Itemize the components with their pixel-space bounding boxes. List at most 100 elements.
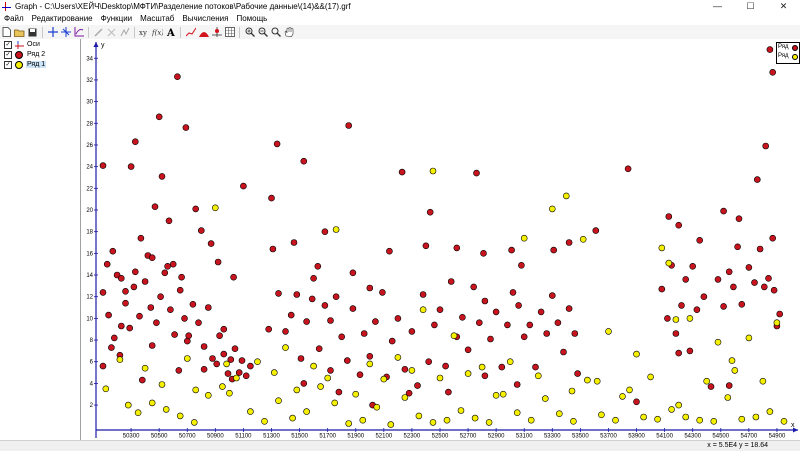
series-1-point	[492, 391, 500, 399]
series-2-point	[300, 380, 308, 387]
trendline-icon[interactable]	[185, 27, 196, 38]
series-group	[102, 167, 788, 428]
x-tick-label: 50500	[151, 434, 168, 440]
series-2-point	[526, 321, 534, 329]
edit-icon[interactable]	[93, 27, 104, 38]
series-1-point	[598, 411, 605, 419]
x-tick-label: 53100	[516, 434, 533, 440]
series-2-point	[678, 302, 685, 309]
x-axis-label: x	[791, 422, 795, 429]
series-1-point	[176, 412, 184, 420]
series-2-point	[762, 142, 770, 150]
point-series-icon[interactable]	[211, 27, 222, 38]
series-1-point	[408, 367, 416, 374]
series-2-point	[103, 260, 111, 268]
series-2-point	[696, 237, 704, 244]
axes-checkbox[interactable]: ✓	[4, 40, 12, 49]
series-2-point	[247, 362, 254, 370]
series-2-point	[138, 376, 146, 384]
pan-hand-icon[interactable]	[283, 27, 294, 38]
series-2-point	[303, 318, 310, 325]
series-2-checkbox[interactable]: ✓	[4, 50, 12, 59]
table-icon[interactable]	[224, 27, 235, 38]
svg-text:A: A	[166, 28, 175, 37]
series-2-point	[537, 308, 545, 316]
series-1-point	[148, 399, 156, 407]
legend-entry-series-1: Ряд	[777, 52, 799, 61]
series-1-point	[352, 390, 360, 398]
series-2-point	[543, 330, 551, 337]
chart-legend[interactable]: Ряд Ряд	[776, 42, 800, 64]
delete-icon[interactable]	[106, 27, 117, 38]
function-item-axes[interactable]: ✓ Оси	[4, 40, 80, 49]
insert-tangent-icon[interactable]	[60, 27, 71, 38]
series-2-point	[181, 315, 188, 322]
series-2-point	[205, 304, 212, 311]
menu-help[interactable]: Помощь	[232, 14, 271, 23]
open-folder-icon[interactable]	[14, 27, 25, 38]
series-1-point	[162, 406, 170, 413]
series-2-point	[200, 343, 208, 350]
close-button[interactable]: ✕	[767, 0, 800, 12]
legend-entry-series-2: Ряд	[777, 43, 799, 52]
function-item-series-2[interactable]: ✓ Ряд 2	[4, 50, 80, 59]
series-2-point	[209, 355, 216, 362]
x-tick-label: 52100	[375, 434, 392, 440]
menu-file[interactable]: Файл	[0, 14, 28, 23]
insert-function-icon[interactable]	[47, 27, 58, 38]
series-2-dot-icon	[15, 50, 23, 59]
series-1-checkbox[interactable]: ✓	[4, 60, 12, 69]
series-1-point	[310, 362, 317, 370]
axes-symbol-icon	[14, 40, 24, 49]
derivative-icon[interactable]	[119, 27, 130, 38]
series-2-point	[665, 213, 673, 220]
label-fx-icon[interactable]: f(x)	[152, 27, 163, 38]
new-file-icon[interactable]	[1, 27, 12, 38]
series-2-point	[297, 355, 305, 362]
zoom-out-icon[interactable]	[257, 27, 268, 38]
menu-zoom[interactable]: Масштаб	[136, 14, 178, 23]
series-2-point	[290, 239, 298, 246]
label-xy-icon[interactable]: xy	[139, 27, 150, 38]
series-2-point	[240, 182, 247, 190]
series-1-point	[387, 421, 395, 428]
scatter-plot[interactable]: x y 50300 50500 50700 50900 51100 51300 51500 517…	[81, 39, 800, 440]
save-icon[interactable]	[27, 27, 38, 38]
series-1-point	[401, 394, 409, 401]
series-1-point	[568, 387, 576, 395]
minimize-button[interactable]: —	[701, 0, 734, 12]
y-tick-label: 26	[86, 143, 93, 149]
series-2-point	[213, 360, 220, 368]
menu-edit[interactable]: Редактирование	[28, 14, 97, 23]
series-2-point	[189, 300, 197, 308]
zoom-in-icon[interactable]	[244, 27, 255, 38]
series-1-point	[633, 350, 640, 358]
maximize-button[interactable]: ☐	[734, 0, 767, 12]
function-item-series-1[interactable]: ✓ Ряд 1	[4, 60, 80, 69]
series-2-point	[725, 268, 733, 276]
series-2-point	[766, 46, 774, 53]
y-axis-label: y	[101, 42, 105, 49]
text-icon[interactable]: A	[165, 27, 176, 38]
series-1-point	[247, 408, 254, 415]
y-tick-label: 28	[86, 121, 93, 127]
series-2-point	[300, 157, 308, 165]
series-2-point	[127, 163, 135, 170]
series-2-point	[332, 293, 340, 301]
series-2-point	[345, 122, 353, 129]
series-1-point	[394, 354, 402, 361]
series-1-point	[450, 332, 458, 340]
series-1-point	[191, 419, 198, 426]
shade-icon[interactable]	[198, 27, 209, 38]
series-2-point	[401, 365, 409, 373]
menu-functions[interactable]: Функции	[97, 14, 137, 23]
insert-relation-icon[interactable]	[73, 27, 84, 38]
series-2-point	[372, 318, 379, 325]
series-2-point	[268, 194, 275, 202]
series-1-point	[728, 357, 736, 364]
menu-calculate[interactable]: Вычисления	[178, 14, 232, 23]
zoom-window-icon[interactable]	[270, 27, 281, 38]
y-tick-label: 32	[86, 78, 93, 84]
series-1-point	[703, 377, 711, 385]
series-1-point	[141, 364, 149, 372]
